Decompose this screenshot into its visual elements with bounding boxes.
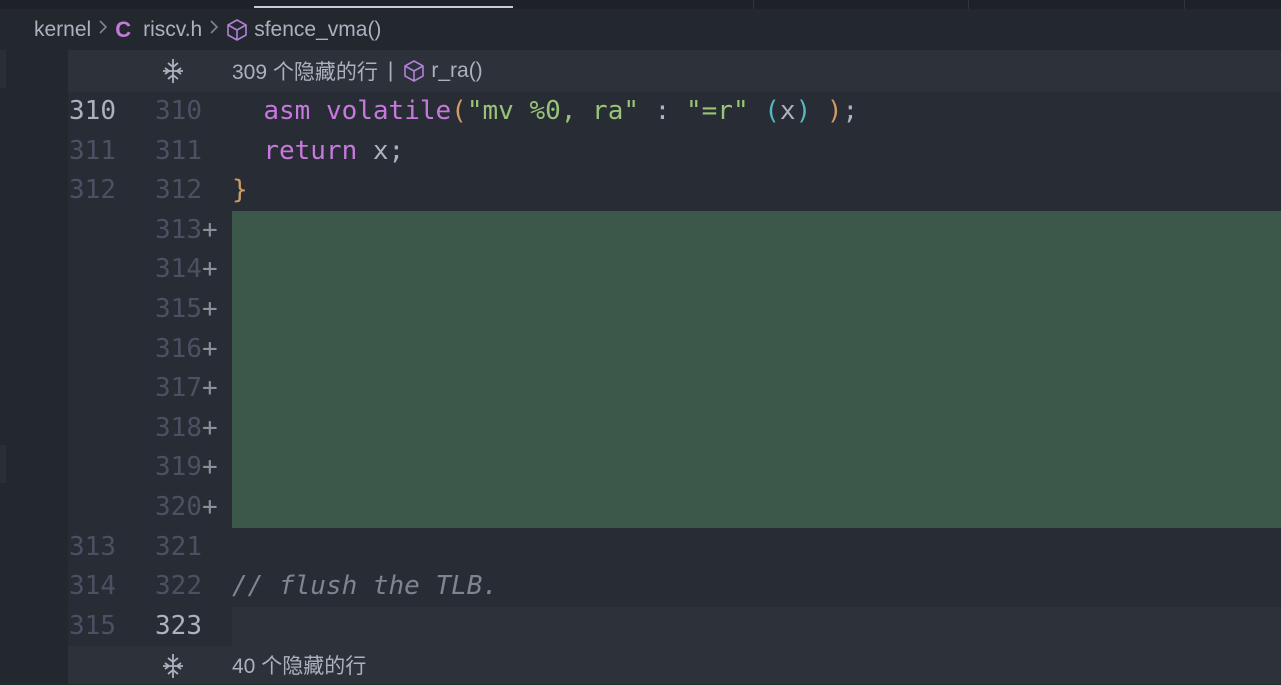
original-line-number: 315 xyxy=(69,610,116,641)
gutter-marker xyxy=(0,445,6,483)
added-line-highlight xyxy=(232,448,1281,489)
code-token: volatile xyxy=(325,96,452,126)
original-line-number: 313 xyxy=(69,531,116,562)
code-token: x xyxy=(779,96,796,126)
code-token: ( xyxy=(451,96,467,126)
chevron-right-icon xyxy=(97,17,109,43)
code-line[interactable]: 313 321 xyxy=(68,528,1281,568)
cube-icon xyxy=(403,59,425,83)
code-token: x; xyxy=(357,135,405,166)
tab-separator xyxy=(968,0,969,9)
current-line-highlight xyxy=(232,606,1281,647)
hidden-lines-count: 309 个隐藏的行 xyxy=(232,61,378,84)
modified-line-number: 321 xyxy=(155,531,202,562)
code-line[interactable]: 310 310 asm volatile("mv %0, ra" : "=r" (… xyxy=(68,92,1281,132)
code-token: } xyxy=(232,175,248,206)
diff-marker: + xyxy=(202,254,218,285)
code-line[interactable]: 312 312} xyxy=(68,171,1281,211)
cube-icon xyxy=(226,18,248,42)
breadcrumb-symbol-label: sfence_vma() xyxy=(254,17,382,41)
chevron-right-icon xyxy=(208,17,220,43)
gutter-sidebar xyxy=(0,50,68,684)
code-token: asm xyxy=(263,96,311,126)
added-line-highlight xyxy=(232,408,1281,449)
modified-line-number: 323 xyxy=(155,610,202,641)
code-token: : xyxy=(639,96,686,126)
original-line-number: 311 xyxy=(69,135,116,166)
fold-symbol-label[interactable]: r_ra() xyxy=(431,59,482,83)
modified-line-number: 313 xyxy=(155,214,202,245)
modified-line-number: 316 xyxy=(155,333,202,364)
hidden-lines-fold-bottom[interactable]: 40 个隐藏的行 xyxy=(68,646,1281,684)
code-text[interactable]: return x; xyxy=(232,132,404,172)
breadcrumb-file[interactable]: C riscv.h xyxy=(115,17,202,43)
modified-line-number: 312 xyxy=(155,175,202,206)
modified-line-number: 322 xyxy=(155,571,202,602)
tab-strip xyxy=(0,0,1281,9)
diff-marker: + xyxy=(202,452,218,483)
fold-separator: | xyxy=(387,59,394,82)
modified-line-number: 314 xyxy=(155,254,202,285)
code-line[interactable]: 314 322 // flush the TLB. xyxy=(68,567,1281,607)
code-token: ; xyxy=(842,96,859,126)
c-file-icon: C xyxy=(115,16,132,42)
code-text[interactable]: asm volatile("mv %0, ra" : "=r" (x) ); xyxy=(232,92,858,132)
code-line[interactable]: 311 311 return x; xyxy=(68,132,1281,172)
added-line-highlight xyxy=(232,250,1281,291)
code-token: ) xyxy=(826,96,843,126)
original-line-number: 314 xyxy=(69,571,116,602)
diff-marker: + xyxy=(202,333,218,364)
breadcrumb-symbol[interactable]: sfence_vma() xyxy=(226,18,381,42)
tab-separator xyxy=(753,0,754,9)
code-text[interactable]: // flush the TLB. xyxy=(232,567,498,607)
breadcrumb: kernel C riscv.h sfence_vma() xyxy=(0,9,1281,50)
modified-line-number: 320 xyxy=(155,492,202,522)
diff-marker: + xyxy=(202,492,218,522)
added-line-highlight xyxy=(232,488,1281,529)
code-token: ( xyxy=(764,96,780,126)
unfold-icon[interactable] xyxy=(160,58,186,84)
code-token: "=r" xyxy=(685,96,749,126)
original-line-number: 310 xyxy=(69,96,116,126)
diff-marker: + xyxy=(202,412,218,443)
unfold-icon[interactable] xyxy=(160,653,186,679)
modified-line-number: 319 xyxy=(155,452,202,483)
breadcrumb-folder[interactable]: kernel xyxy=(34,18,91,42)
modified-line-number: 317 xyxy=(155,373,202,404)
diff-marker: + xyxy=(202,294,218,324)
added-line-highlight xyxy=(232,290,1281,331)
code-token: // flush the TLB. xyxy=(232,571,499,602)
added-line-highlight xyxy=(232,369,1281,410)
added-line-highlight xyxy=(232,329,1281,370)
hidden-lines-count: 40 个隐藏的行 xyxy=(232,655,367,678)
modified-line-number: 311 xyxy=(155,135,202,166)
added-line-highlight xyxy=(232,210,1281,251)
code-text[interactable]: } xyxy=(232,171,248,211)
active-tab-indicator xyxy=(254,6,513,8)
code-token: return xyxy=(263,135,358,166)
code-token: ) xyxy=(795,96,812,126)
original-line-number: 312 xyxy=(69,175,116,206)
hidden-lines-fold-top[interactable]: 309 个隐藏的行 | r_ra() xyxy=(68,50,1281,92)
gutter-marker xyxy=(0,50,6,88)
diff-marker: + xyxy=(202,214,218,245)
modified-line-number: 310 xyxy=(155,96,202,126)
code-token: "mv %0, ra" xyxy=(466,96,640,126)
breadcrumb-file-label: riscv.h xyxy=(143,17,203,41)
diff-marker: + xyxy=(202,373,218,404)
modified-line-number: 318 xyxy=(155,412,202,443)
modified-line-number: 315 xyxy=(155,294,202,324)
tab-separator xyxy=(1184,0,1185,9)
